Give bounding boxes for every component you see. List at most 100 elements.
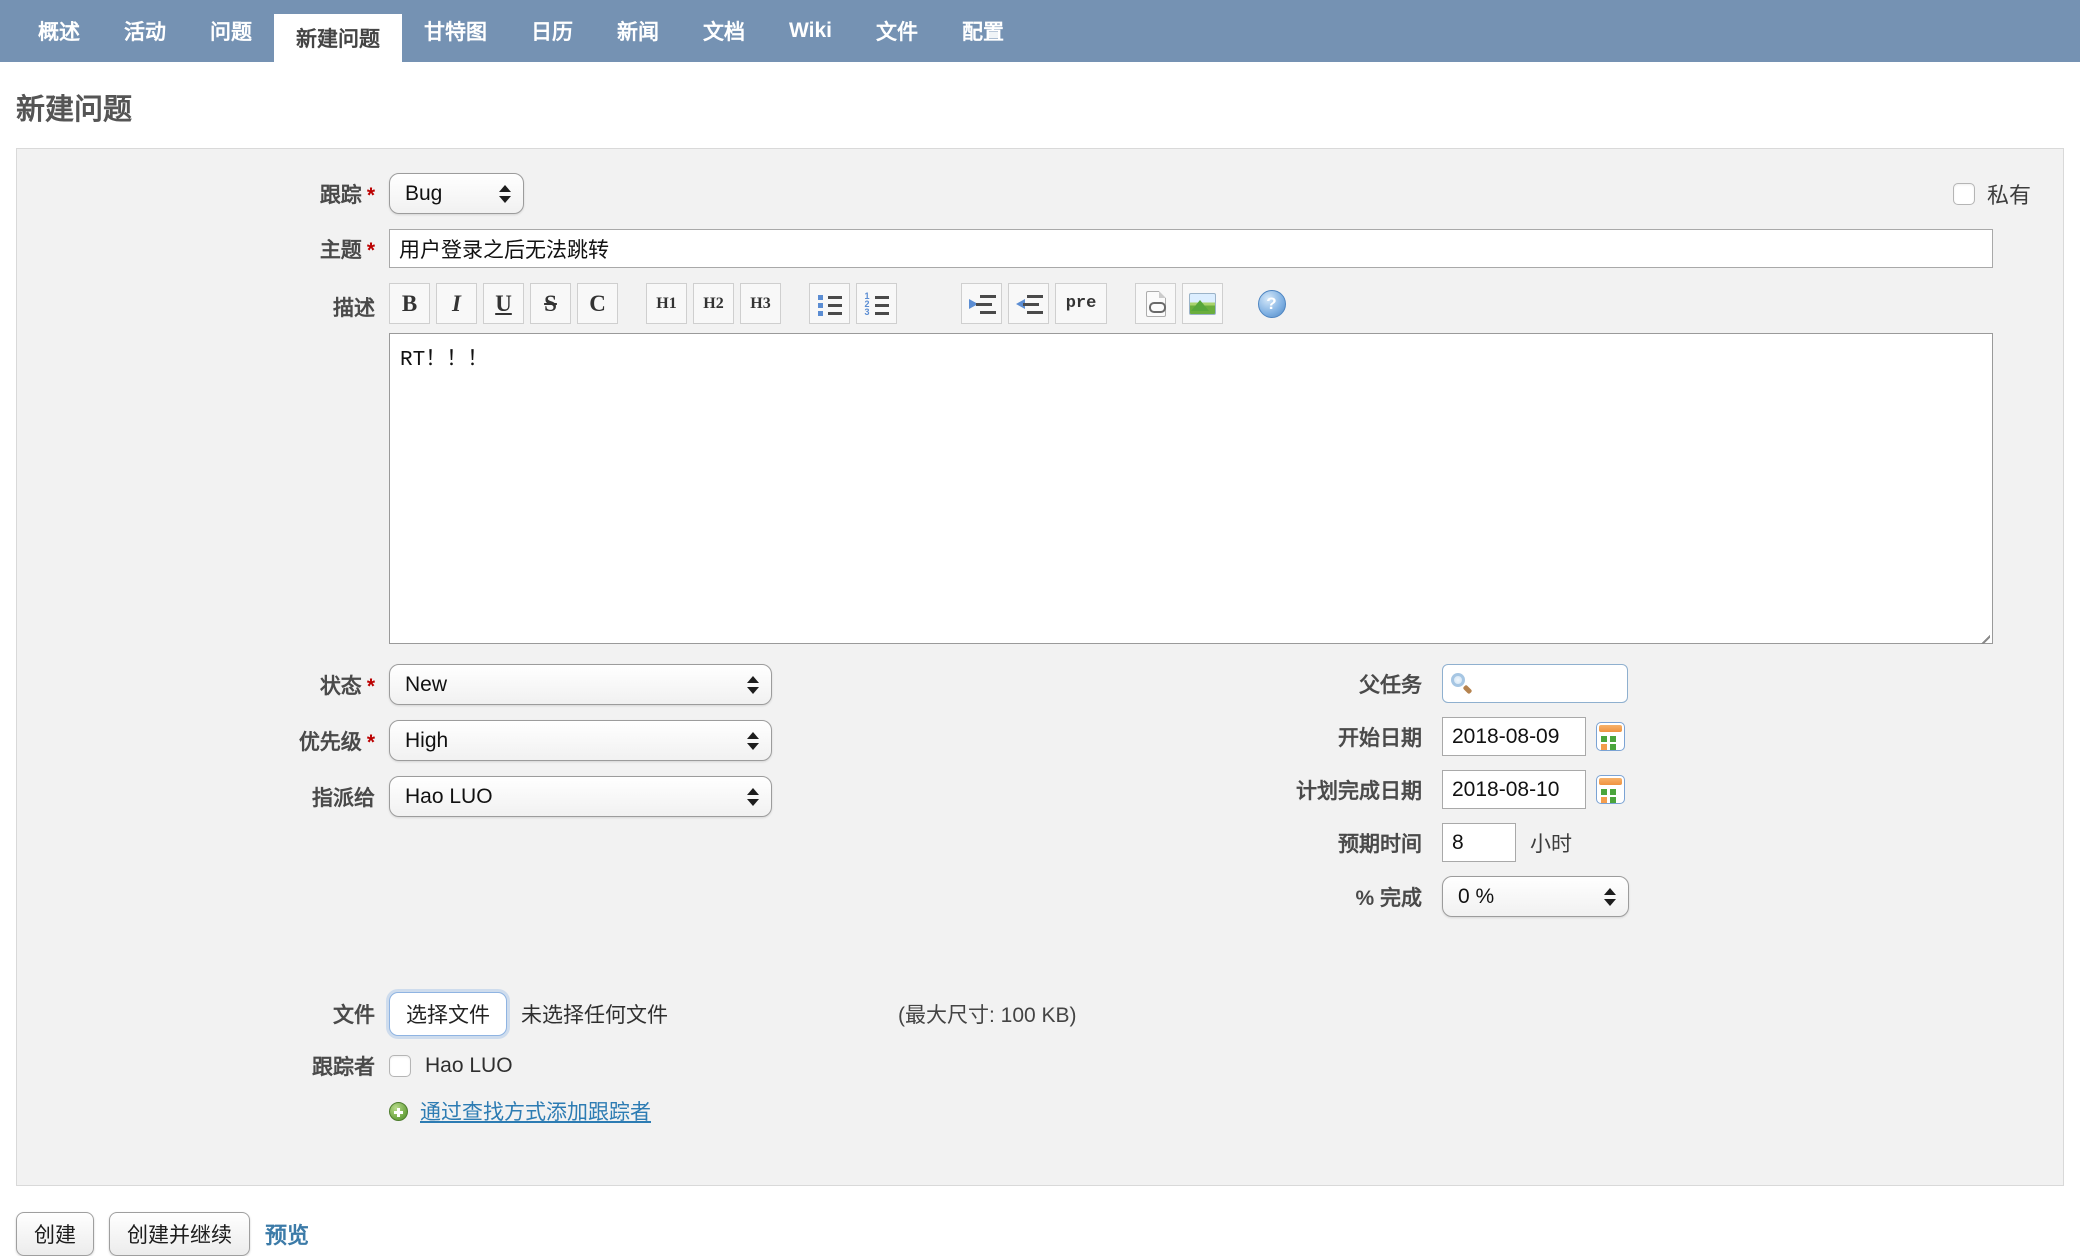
estimated-time-label: 预期时间	[1338, 832, 1422, 856]
private-wrap: 私有	[1952, 178, 2031, 210]
select-arrows-icon	[747, 675, 759, 694]
image-icon	[1189, 292, 1216, 315]
watchers-row: 跟踪者 Hao LUO	[17, 1051, 2063, 1081]
search-icon	[1451, 673, 1465, 687]
start-date-row: 开始日期	[1076, 717, 2076, 756]
ordered-list-button[interactable]	[856, 283, 897, 324]
select-arrows-icon	[747, 787, 759, 806]
parent-task-row: 父任务	[1076, 664, 2076, 703]
hours-unit-label: 小时	[1530, 832, 1572, 856]
done-ratio-row: % 完成 0 %	[1076, 876, 2076, 917]
underline-button[interactable]: U	[483, 283, 524, 324]
tracker-row: 跟踪 * Bug 私有	[17, 173, 2063, 214]
unordered-list-icon	[816, 292, 844, 316]
preformatted-button[interactable]: pre	[1055, 283, 1107, 324]
priority-value: High	[405, 728, 449, 752]
heading1-button[interactable]: H1	[646, 283, 687, 324]
help-icon	[1257, 289, 1286, 318]
tab-overview[interactable]: 概述	[16, 0, 102, 62]
heading2-button[interactable]: H2	[693, 283, 734, 324]
assignee-select[interactable]: Hao LUO	[389, 776, 772, 817]
assignee-label: 指派给	[312, 786, 375, 810]
calendar-icon[interactable]	[1596, 775, 1625, 804]
image-button[interactable]	[1182, 283, 1223, 324]
tab-settings[interactable]: 配置	[940, 0, 1026, 62]
ordered-list-icon	[863, 292, 891, 316]
tab-documents[interactable]: 文档	[681, 0, 767, 62]
tab-activity[interactable]: 活动	[102, 0, 188, 62]
project-nav: 概述 活动 问题 新建问题 甘特图 日历 新闻 文档 Wiki 文件 配置	[0, 0, 2080, 62]
create-button[interactable]: 创建	[16, 1212, 94, 1256]
heading3-button[interactable]: H3	[740, 283, 781, 324]
description-textarea[interactable]: RT！！！	[389, 333, 1993, 644]
watcher-name: Hao LUO	[425, 1054, 513, 1077]
help-button[interactable]	[1251, 283, 1292, 324]
status-label: 状态 *	[319, 674, 375, 698]
tab-gantt[interactable]: 甘特图	[402, 0, 509, 62]
subject-label: 主题 *	[319, 238, 375, 262]
estimated-time-row: 预期时间 小时	[1076, 823, 2076, 862]
due-date-row: 计划完成日期	[1076, 770, 2076, 809]
files-label: 文件	[333, 1004, 375, 1027]
parent-task-input[interactable]	[1442, 664, 1628, 703]
tab-news[interactable]: 新闻	[595, 0, 681, 62]
indent-decrease-icon	[1015, 292, 1043, 316]
priority-label: 优先级 *	[298, 730, 375, 754]
page-title: 新建问题	[16, 94, 133, 126]
new-issue-form: 跟踪* Bug 私有 主题* 描述 B I U S C H1	[16, 148, 2064, 1186]
add-watcher-link[interactable]: 通过查找方式添加跟踪者	[420, 1096, 651, 1126]
select-arrows-icon	[499, 184, 511, 203]
status-select[interactable]: New	[389, 664, 772, 705]
required-mark: *	[366, 183, 375, 207]
required-mark: *	[366, 238, 375, 262]
no-file-text: 未选择任何文件	[521, 1004, 668, 1027]
private-checkbox[interactable]	[1952, 182, 1975, 205]
link-button[interactable]	[1135, 283, 1176, 324]
select-arrows-icon	[747, 731, 759, 750]
start-date-input[interactable]	[1442, 717, 1586, 756]
form-actions: 创建 创建并继续 预览	[16, 1212, 2064, 1256]
tracker-label: 跟踪 *	[319, 183, 375, 207]
max-size-text: (最大尺寸: 100 KB)	[898, 1004, 1077, 1027]
subject-row: 主题 *	[17, 229, 2063, 268]
create-and-continue-button[interactable]: 创建并继续	[109, 1212, 250, 1256]
tab-wiki[interactable]: Wiki	[767, 0, 854, 62]
preview-link[interactable]: 预览	[265, 1218, 309, 1250]
calendar-icon[interactable]	[1596, 722, 1625, 751]
status-value: New	[405, 672, 448, 696]
tab-new-issue[interactable]: 新建问题	[274, 14, 402, 62]
choose-file-button[interactable]: 选择文件	[389, 992, 507, 1036]
link-icon	[1145, 290, 1166, 317]
tracker-value: Bug	[405, 181, 443, 205]
start-date-label: 开始日期	[1338, 726, 1422, 750]
done-ratio-select[interactable]: 0 %	[1442, 876, 1629, 917]
priority-select[interactable]: High	[389, 720, 772, 761]
select-arrows-icon	[1604, 887, 1616, 906]
tracker-select[interactable]: Bug	[389, 173, 524, 214]
estimated-time-input[interactable]	[1442, 823, 1516, 862]
attributes-section: 状态 * New 优先级 * High 指派给 Hao LUO 父任务 开始日期…	[17, 664, 2063, 952]
tab-calendar[interactable]: 日历	[509, 0, 595, 62]
subject-input[interactable]	[389, 229, 1993, 268]
assignee-value: Hao LUO	[405, 784, 493, 808]
unordered-list-button[interactable]	[809, 283, 850, 324]
italic-button[interactable]: I	[436, 283, 477, 324]
indent-increase-icon	[968, 292, 996, 316]
add-icon	[389, 1101, 408, 1121]
parent-task-label: 父任务	[1359, 673, 1422, 697]
due-date-input[interactable]	[1442, 770, 1586, 809]
private-label: 私有	[1986, 182, 2031, 208]
strikethrough-button[interactable]: S	[530, 283, 571, 324]
done-ratio-value: 0 %	[1458, 884, 1495, 908]
tab-issues[interactable]: 问题	[188, 0, 274, 62]
code-button[interactable]: C	[577, 283, 618, 324]
tab-files[interactable]: 文件	[854, 0, 940, 62]
done-ratio-label: % 完成	[1355, 886, 1422, 910]
indent-increase-button[interactable]	[961, 283, 1002, 324]
indent-decrease-button[interactable]	[1008, 283, 1049, 324]
required-mark: *	[366, 730, 375, 754]
watcher-checkbox[interactable]	[389, 1055, 411, 1077]
description-toolbar: B I U S C H1 H2 H3 pre	[389, 283, 1993, 324]
bold-button[interactable]: B	[389, 283, 430, 324]
required-mark: *	[366, 674, 375, 698]
